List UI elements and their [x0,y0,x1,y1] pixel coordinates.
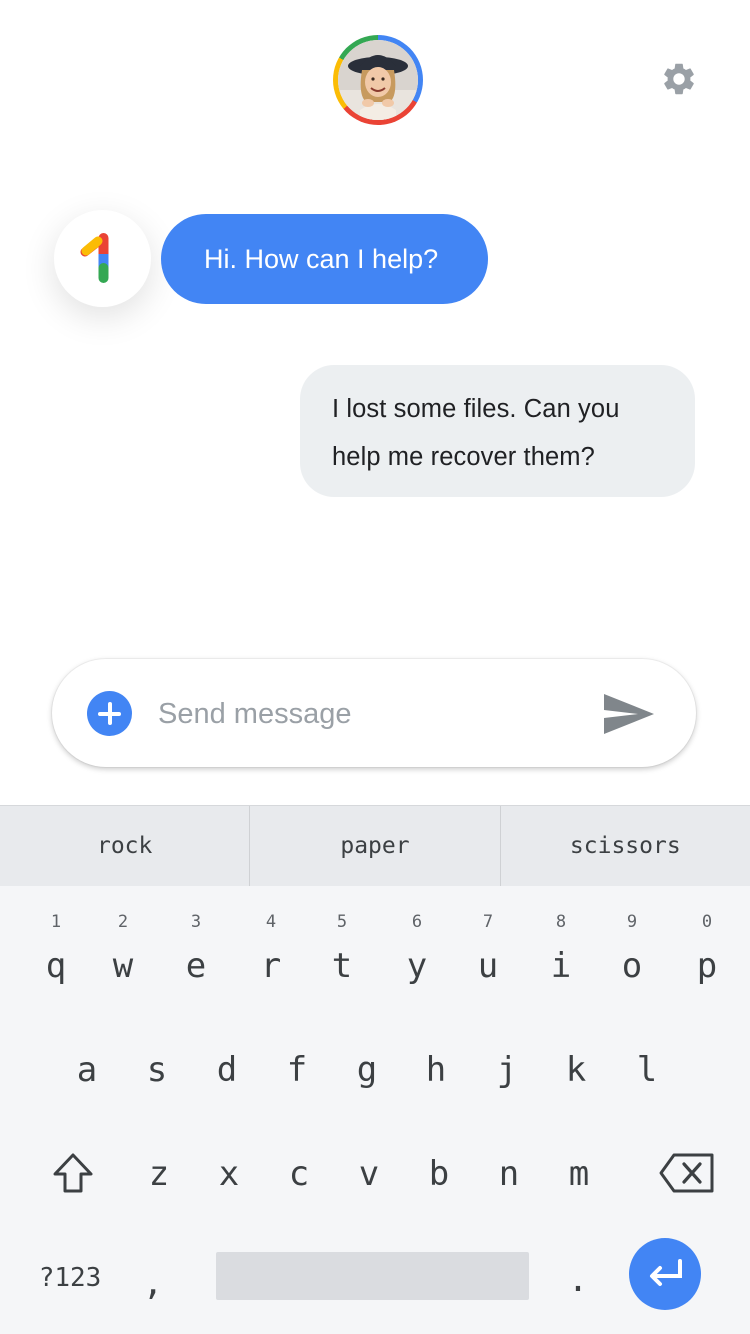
key[interactable]: 8i [531,912,591,1002]
suggestion-chip[interactable]: scissors [499,806,750,886]
key-number-hint: 9 [626,912,638,932]
key-label: w [112,946,134,986]
key[interactable]: 4r [241,912,301,1002]
backspace-icon[interactable] [658,1152,716,1194]
key-label: z [148,1154,170,1194]
key[interactable]: 0p [677,912,737,1002]
key[interactable]: 2w [93,912,153,1002]
key[interactable]: d [197,1050,257,1100]
key-number-hint: 2 [117,912,129,932]
key[interactable]: s [127,1050,187,1100]
key-label: s [146,1050,168,1090]
shift-icon[interactable] [50,1150,96,1196]
key-label: b [428,1154,450,1194]
comma-key[interactable]: , [133,1258,173,1308]
key-label: a [76,1050,98,1090]
key-label: m [568,1154,590,1194]
key[interactable]: a [57,1050,117,1100]
key[interactable]: l [617,1050,677,1100]
gear-icon[interactable] [660,60,698,98]
key-label: u [477,946,499,986]
key[interactable]: 1q [26,912,86,1002]
key-label: q [45,946,67,986]
period-key[interactable]: . [558,1255,598,1305]
key-label: p [696,946,718,986]
key[interactable]: f [267,1050,327,1100]
message-input[interactable] [156,687,580,741]
message-composer [52,659,696,767]
key-label: x [218,1154,240,1194]
key[interactable]: 9o [602,912,662,1002]
key[interactable]: g [337,1050,397,1100]
key-number-hint: 7 [482,912,494,932]
symbols-key[interactable]: ?123 [30,1256,110,1300]
key[interactable]: j [477,1050,537,1100]
send-icon[interactable] [602,692,656,736]
key-number-hint: 4 [265,912,277,932]
key-label: o [621,946,643,986]
enter-icon[interactable] [629,1238,701,1310]
bot-message-bubble: Hi. How can I help? [161,214,488,304]
key[interactable]: 6y [387,912,447,1002]
key-label: k [565,1050,587,1090]
key-label: h [425,1050,447,1090]
key-number-hint: 6 [411,912,423,932]
key[interactable]: 5t [312,912,372,1002]
user-message-line: I lost some files. Can you [332,395,620,423]
key-label: j [496,1050,518,1090]
avatar-photo [338,40,418,120]
key-number-hint: 0 [701,912,713,932]
key[interactable]: m [549,1154,609,1204]
key-number-hint: 1 [50,912,62,932]
key[interactable]: c [269,1154,329,1204]
space-bar[interactable] [216,1252,529,1300]
suggestion-chip[interactable]: paper [249,806,499,886]
key-label: y [406,946,428,986]
key-label: n [498,1154,520,1194]
key-label: g [356,1050,378,1090]
key-number-hint: 8 [555,912,567,932]
key[interactable]: b [409,1154,469,1204]
key-number-hint: 3 [190,912,202,932]
key-label: l [636,1050,658,1090]
google-one-logo [54,210,151,307]
key[interactable]: 3e [166,912,226,1002]
key[interactable]: n [479,1154,539,1204]
key[interactable]: z [129,1154,189,1204]
plus-icon[interactable] [87,691,132,736]
key-label: c [288,1154,310,1194]
key-label: e [185,946,207,986]
user-message-bubble: I lost some files. Can you help me recov… [300,365,695,497]
key[interactable]: v [339,1154,399,1204]
key-label: d [216,1050,238,1090]
key-label: r [260,946,282,986]
suggestion-chip[interactable]: rock [0,806,249,886]
key-label: f [286,1050,308,1090]
key[interactable]: k [546,1050,606,1100]
bot-message-text: Hi. How can I help? [204,243,439,274]
key-number-hint: 5 [336,912,348,932]
key-label: t [331,946,353,986]
suggestion-strip: rock paper scissors [0,805,750,886]
key[interactable]: h [406,1050,466,1100]
key[interactable]: 7u [458,912,518,1002]
key[interactable]: x [199,1154,259,1204]
user-avatar[interactable] [333,35,423,125]
key-label: v [358,1154,380,1194]
user-message-line: help me recover them? [332,443,595,471]
key-label: i [550,946,572,986]
